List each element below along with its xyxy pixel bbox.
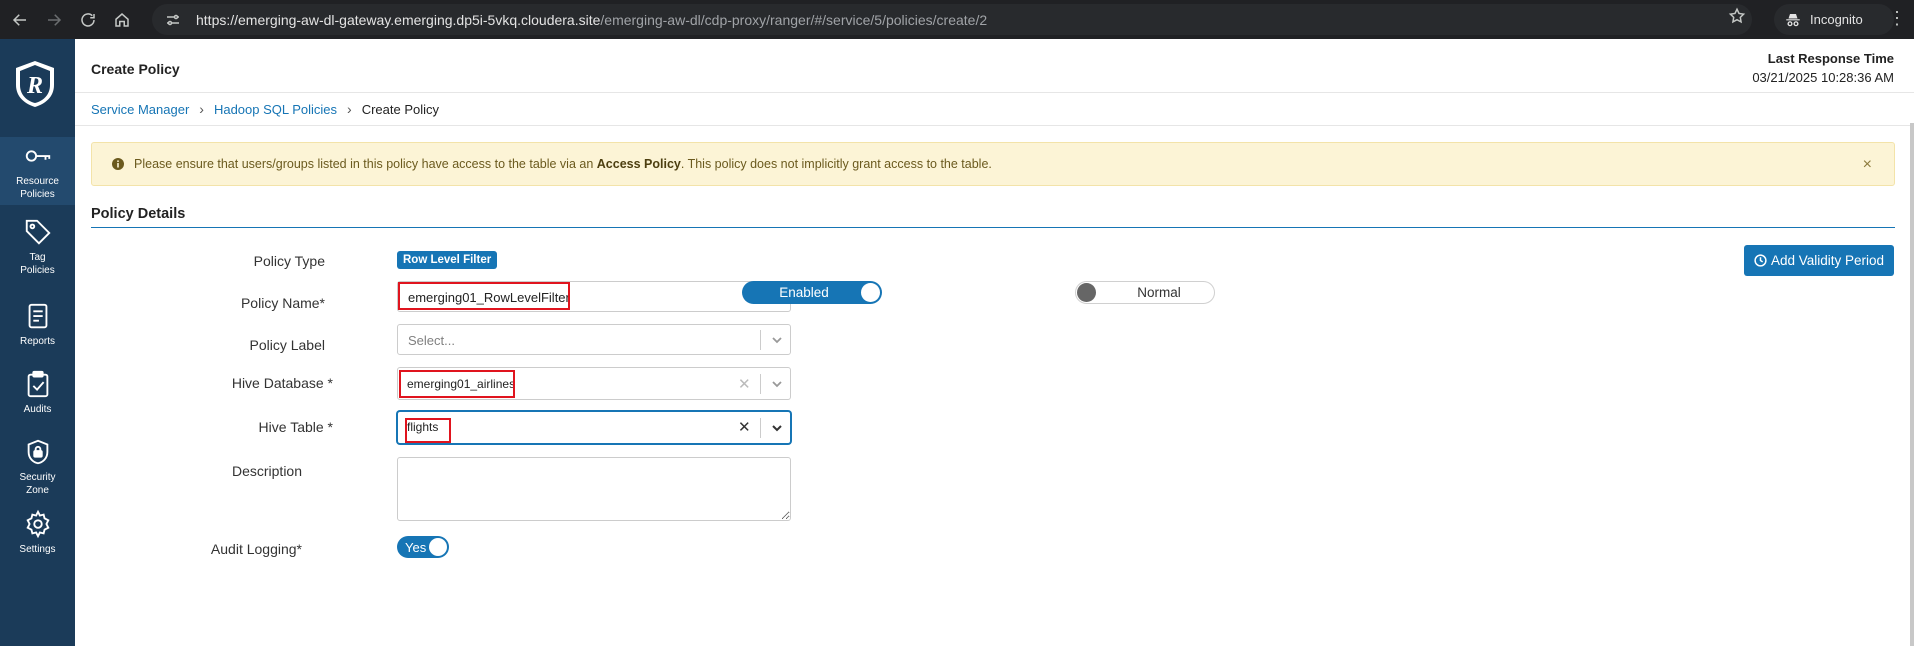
home-icon[interactable] bbox=[108, 6, 136, 34]
chevron-down-icon[interactable] bbox=[770, 421, 784, 435]
info-icon bbox=[112, 158, 124, 170]
toggle-knob bbox=[1077, 283, 1096, 302]
highlight-box bbox=[405, 418, 451, 443]
select-divider bbox=[760, 330, 761, 350]
divider bbox=[75, 125, 1914, 126]
sidebar-item-security-zone[interactable]: Security Zone bbox=[0, 437, 75, 497]
highlight-box bbox=[399, 370, 515, 398]
toggle-knob bbox=[861, 283, 880, 302]
report-icon bbox=[28, 303, 47, 329]
hive-database-label: Hive Database * bbox=[231, 375, 333, 391]
address-bar[interactable]: https://emerging-aw-dl-gateway.emerging.… bbox=[152, 4, 1752, 35]
breadcrumb: Service Manager › Hadoop SQL Policies › … bbox=[91, 101, 439, 117]
toggle-knob bbox=[429, 538, 447, 556]
policy-type-label: Policy Type bbox=[253, 253, 325, 269]
info-alert: Please ensure that users/groups listed i… bbox=[91, 142, 1895, 186]
chevron-right-icon: › bbox=[199, 101, 204, 117]
back-arrow-icon[interactable] bbox=[6, 6, 34, 34]
policy-name-label: Policy Name* bbox=[240, 295, 325, 311]
alert-message: Please ensure that users/groups listed i… bbox=[134, 157, 992, 171]
sidebar-item-resource-policies[interactable]: Resource Policies bbox=[0, 137, 75, 205]
highlight-box bbox=[398, 282, 570, 310]
clear-icon[interactable]: ✕ bbox=[738, 375, 751, 393]
enabled-toggle-label: Enabled bbox=[779, 285, 829, 300]
description-textarea[interactable] bbox=[397, 457, 791, 521]
sidebar-item-tag-policies[interactable]: Tag Policies bbox=[0, 217, 75, 277]
section-divider bbox=[91, 227, 1895, 228]
url-text: https://emerging-aw-dl-gateway.emerging.… bbox=[196, 11, 988, 28]
sidebar-item-audits[interactable]: Audits bbox=[0, 369, 75, 416]
add-validity-period-button[interactable]: Add Validity Period bbox=[1744, 245, 1894, 276]
select-divider bbox=[760, 418, 761, 438]
key-icon bbox=[25, 150, 50, 162]
clock-icon bbox=[1754, 254, 1767, 267]
clear-icon[interactable]: ✕ bbox=[738, 418, 751, 436]
reload-icon[interactable] bbox=[74, 6, 102, 34]
breadcrumb-service-manager[interactable]: Service Manager bbox=[91, 102, 189, 117]
sidebar-item-reports[interactable]: Reports bbox=[0, 301, 75, 348]
browser-toolbar: https://emerging-aw-dl-gateway.emerging.… bbox=[0, 0, 1914, 39]
close-icon[interactable]: × bbox=[1863, 156, 1872, 174]
audit-logging-value: Yes bbox=[405, 539, 427, 555]
page-title: Create Policy bbox=[91, 61, 180, 77]
policy-label-select[interactable]: Select... bbox=[397, 324, 791, 355]
last-response-time: 03/21/2025 10:28:36 AM bbox=[1752, 70, 1894, 85]
clipboard-check-icon bbox=[27, 370, 48, 398]
section-title: Policy Details bbox=[91, 206, 186, 222]
description-label: Description bbox=[231, 463, 302, 479]
audit-logging-toggle[interactable]: Yes bbox=[397, 536, 449, 558]
last-response-label: Last Response Time bbox=[1767, 51, 1894, 66]
page-header: Create Policy Last Response Time 03/21/2… bbox=[75, 39, 1914, 93]
bookmark-star-icon[interactable] bbox=[1728, 7, 1746, 25]
gear-icon bbox=[25, 509, 50, 539]
main-content: Create Policy Last Response Time 03/21/2… bbox=[75, 39, 1914, 646]
svg-text:R: R bbox=[26, 73, 43, 99]
incognito-label: Incognito bbox=[1810, 12, 1863, 27]
policy-label-label: Policy Label bbox=[249, 337, 326, 353]
chevron-down-icon[interactable] bbox=[770, 333, 784, 347]
ranger-logo-icon[interactable]: R bbox=[12, 59, 58, 109]
normal-override-toggle[interactable]: Normal bbox=[1075, 281, 1215, 304]
audit-logging-label: Audit Logging* bbox=[210, 541, 302, 557]
browser-menu-icon[interactable]: ⋮ bbox=[1888, 8, 1906, 28]
tag-icon bbox=[25, 219, 51, 245]
chevron-right-icon: › bbox=[347, 101, 352, 117]
sidebar-item-settings[interactable]: Settings bbox=[0, 509, 75, 556]
normal-toggle-label: Normal bbox=[1137, 285, 1181, 300]
sidebar: R Resource Policies Tag Policies Reports… bbox=[0, 39, 75, 646]
incognito-indicator[interactable]: Incognito bbox=[1774, 4, 1894, 35]
site-settings-icon[interactable] bbox=[164, 11, 182, 29]
hive-table-select[interactable]: flights ✕ bbox=[397, 411, 791, 444]
select-divider bbox=[760, 374, 761, 394]
chevron-down-icon[interactable] bbox=[770, 377, 784, 391]
hive-table-label: Hive Table * bbox=[258, 419, 333, 435]
forward-arrow-icon[interactable] bbox=[40, 6, 68, 34]
policy-type-badge: Row Level Filter bbox=[397, 251, 498, 269]
shield-lock-icon bbox=[27, 439, 48, 465]
enabled-toggle[interactable]: Enabled bbox=[742, 281, 882, 304]
breadcrumb-create-policy: Create Policy bbox=[361, 101, 440, 117]
incognito-icon bbox=[1786, 13, 1800, 26]
scrollbar[interactable] bbox=[1910, 123, 1914, 646]
policy-label-placeholder: Select... bbox=[408, 333, 455, 348]
breadcrumb-hadoop-sql-policies[interactable]: Hadoop SQL Policies bbox=[214, 102, 337, 117]
